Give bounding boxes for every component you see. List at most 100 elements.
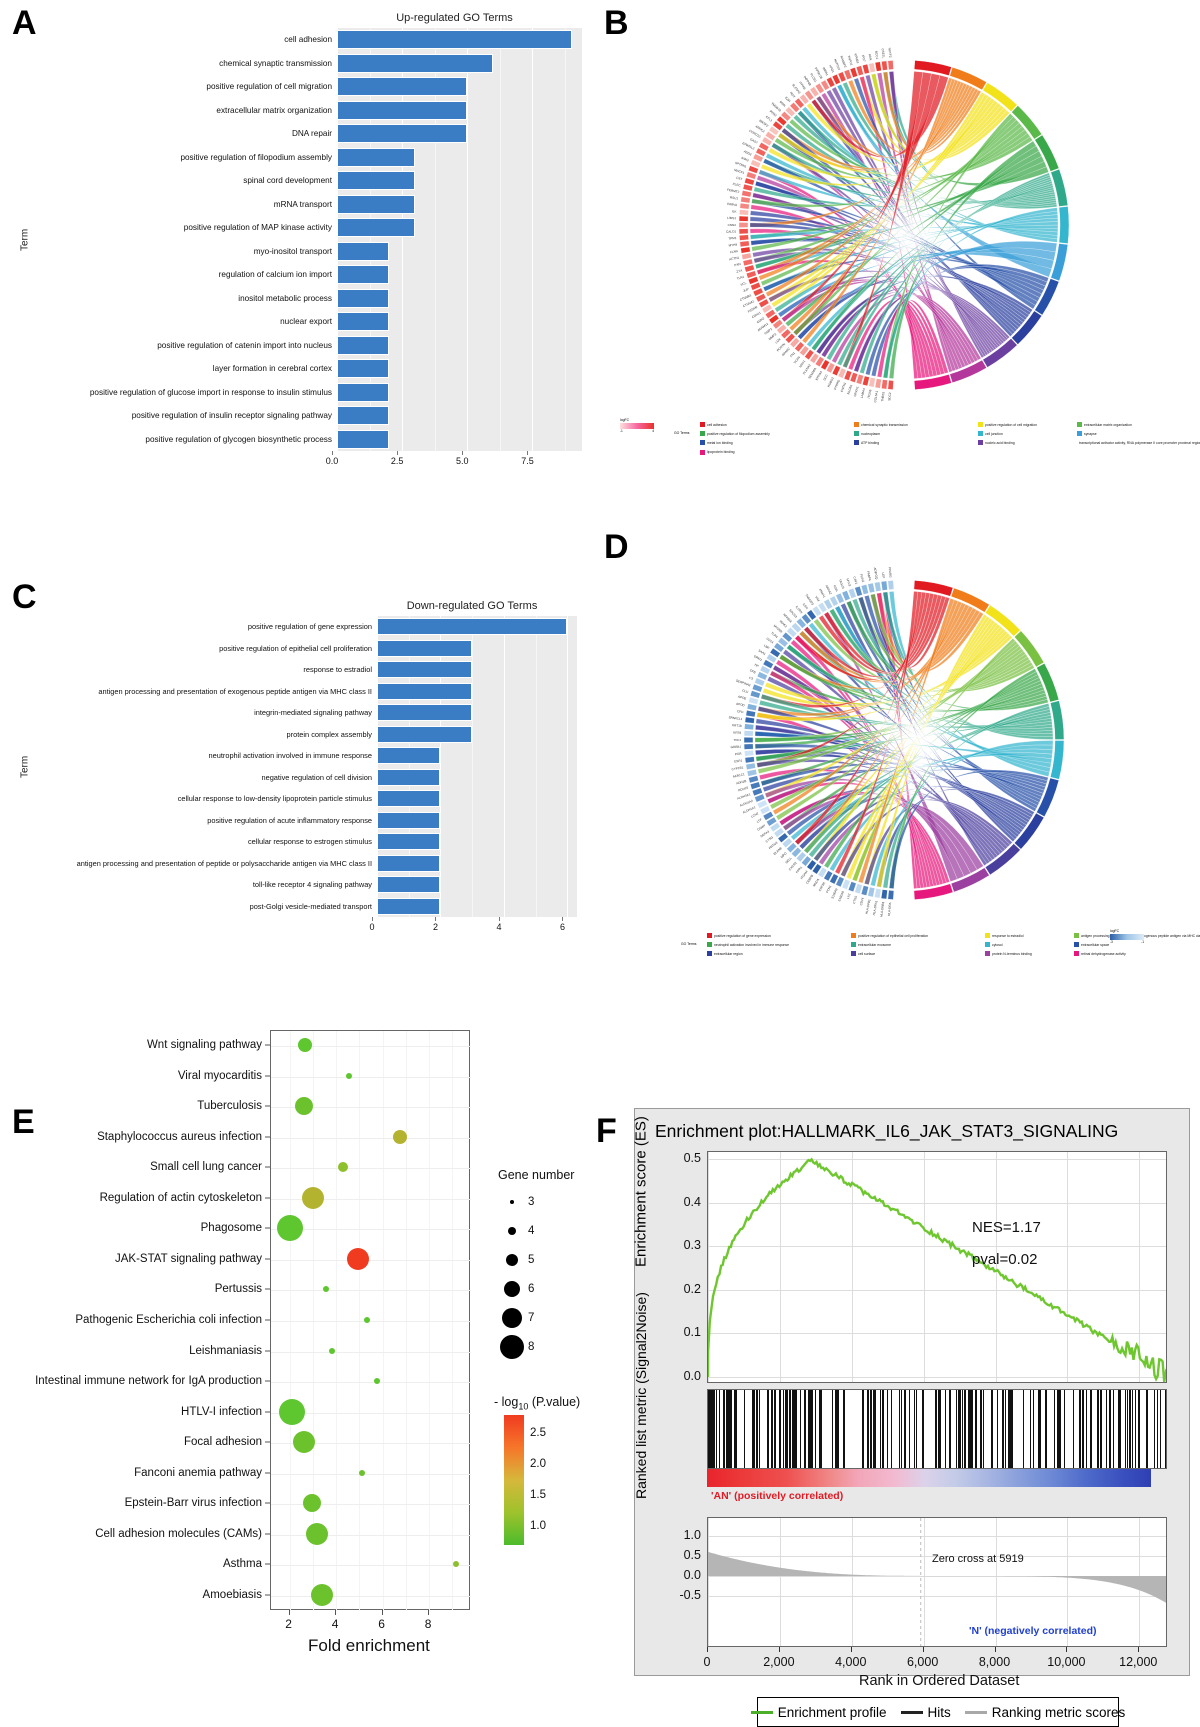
hit-tick <box>1030 1390 1032 1468</box>
legend-item: positive regulation of gene expression <box>707 933 847 938</box>
data-point <box>279 1398 306 1425</box>
legend-item: nucleic acid binding <box>978 440 1073 446</box>
hit-tick <box>870 1390 872 1468</box>
es-y-tick-label: 0.2 <box>683 1281 701 1296</box>
x-axis-tick <box>1066 1647 1068 1652</box>
chord-gene-arc <box>744 723 755 730</box>
color-legend-tick-label: 1.5 <box>530 1489 546 1501</box>
legend-go-terms-title: GO Terms <box>674 431 690 435</box>
chord-gene-arc <box>745 710 756 718</box>
x-axis-tick-label: 2.5 <box>390 456 404 466</box>
bar <box>377 639 473 657</box>
chord-gene-label: ZYX <box>736 268 743 273</box>
chord-gene-arc <box>746 703 758 711</box>
chord-gene-label: SERPINA3 <box>735 679 751 688</box>
hit-tick <box>1033 1390 1035 1468</box>
chord-gene-label: ANK2 <box>741 156 750 163</box>
bar <box>377 747 441 765</box>
chord-gene-label: LAMA4 <box>860 387 866 398</box>
y-axis-tick-label: Intestinal immune network for IgA produc… <box>35 1375 262 1388</box>
legend-item: cell surface <box>851 951 981 957</box>
bar <box>337 241 390 261</box>
gridline-horizontal <box>271 1137 471 1139</box>
legend-item: lipoprotein binding <box>700 449 850 455</box>
hit-tick <box>786 1390 789 1468</box>
chord-gene-label: TPM1 <box>728 236 737 241</box>
gridline-horizontal <box>271 1198 471 1200</box>
y-axis-tick-label: myo-inositol transport <box>253 246 332 256</box>
legend-swatch <box>851 951 856 957</box>
legend-item: Hits <box>900 1705 951 1720</box>
bar <box>377 811 441 829</box>
hit-tick <box>1038 1390 1040 1468</box>
chord-gene-arc <box>739 234 749 241</box>
chord-gene-arc <box>739 209 749 216</box>
chord-gene-arc <box>740 246 751 254</box>
gridline-horizontal <box>271 1168 471 1170</box>
bar <box>337 194 416 214</box>
gridline-minor <box>472 616 474 917</box>
y-axis-tick-label: positive regulation of cell migration <box>206 82 332 91</box>
hit-tick <box>908 1390 911 1468</box>
bar <box>337 100 468 120</box>
hit-tick <box>768 1390 770 1468</box>
bar <box>337 382 390 402</box>
hit-tick <box>1063 1390 1065 1468</box>
hit-tick <box>1159 1390 1162 1468</box>
color-legend-title: - log10 (P.value) <box>494 1395 581 1412</box>
bar <box>377 682 473 700</box>
hit-tick <box>922 1390 924 1468</box>
plot-area <box>337 28 582 451</box>
panel-d-chord-diagram: HLA-DRA HLA-DRB1 HLA-DPA1 HLA-DPB1 CD74 CTSS L… <box>612 535 1200 975</box>
gsea-legend: Enrichment profile Hits Ranking metric sco… <box>750 1697 1125 1727</box>
hit-tick <box>815 1390 817 1468</box>
data-point <box>338 1162 349 1173</box>
data-point <box>297 1038 312 1053</box>
y-axis-tick <box>265 1533 270 1535</box>
chord-gene-label: NRXN1 <box>853 386 860 397</box>
bar <box>337 171 416 191</box>
chord-gene-arc <box>744 177 755 186</box>
legend-item: chemical synaptic transmission <box>854 422 974 427</box>
chord-gene-label: FABP4 <box>866 571 872 582</box>
legend-label: extracellular space <box>1081 942 1110 947</box>
chord-gene-label: COL5A1 <box>873 390 879 403</box>
hit-tick <box>935 1390 937 1468</box>
gridline-horizontal <box>271 1504 471 1506</box>
size-legend-dot <box>510 1200 514 1204</box>
x-axis-tick-label: 0 <box>369 922 375 932</box>
chord-gene-label: GREB1 <box>731 745 742 749</box>
y-axis-tick-label: post-Golgi vesicle-mediated transport <box>249 901 372 911</box>
logfc-min-label: -1 <box>620 429 623 433</box>
chord-gene-label: PLIN2 <box>859 573 865 583</box>
legend-label: Enrichment profile <box>777 1704 887 1720</box>
size-legend-dot <box>502 1308 522 1328</box>
chord-gene-arc <box>855 374 864 385</box>
es-y-tick-label: 0.0 <box>683 1369 701 1383</box>
es-y-tick-label: 0.5 <box>683 1151 701 1165</box>
gridline-horizontal <box>271 1321 471 1322</box>
chord-gene-arc <box>868 62 876 73</box>
legend-label: synapse <box>1084 431 1097 436</box>
legend-item: synapse <box>1077 431 1200 437</box>
ranking-metric-area <box>708 1518 1166 1646</box>
y-axis-tick-label: positive regulation of insulin receptor … <box>131 411 332 420</box>
chord-gene-arc <box>749 781 761 790</box>
chord-gene-label: RAN <box>868 53 873 60</box>
y-axis-tick <box>265 1044 270 1046</box>
chord-gene-label: TLN1 <box>736 275 745 281</box>
x-axis-tick-label: 2 <box>285 1617 292 1631</box>
chord-gene-label: KPNB1 <box>853 53 860 64</box>
hit-tick <box>837 1390 839 1468</box>
gsea-title: Enrichment plot:HALLMARK_IL6_JAK_STAT3_S… <box>655 1121 1119 1141</box>
y-axis-tick-label: Focal adhesion <box>184 1436 262 1449</box>
legend-item: positive regulation of cell migration <box>978 422 1073 427</box>
legend-label: extracellular region <box>714 951 743 956</box>
metric-y-tick-label: 0.5 <box>683 1548 701 1562</box>
legend-swatch <box>985 933 990 938</box>
hit-tick <box>1082 1390 1084 1468</box>
data-point <box>347 1247 370 1270</box>
hit-tick <box>955 1390 957 1468</box>
chord-gene-label: CD74 <box>859 897 865 906</box>
x-axis-tick <box>1138 1647 1140 1652</box>
